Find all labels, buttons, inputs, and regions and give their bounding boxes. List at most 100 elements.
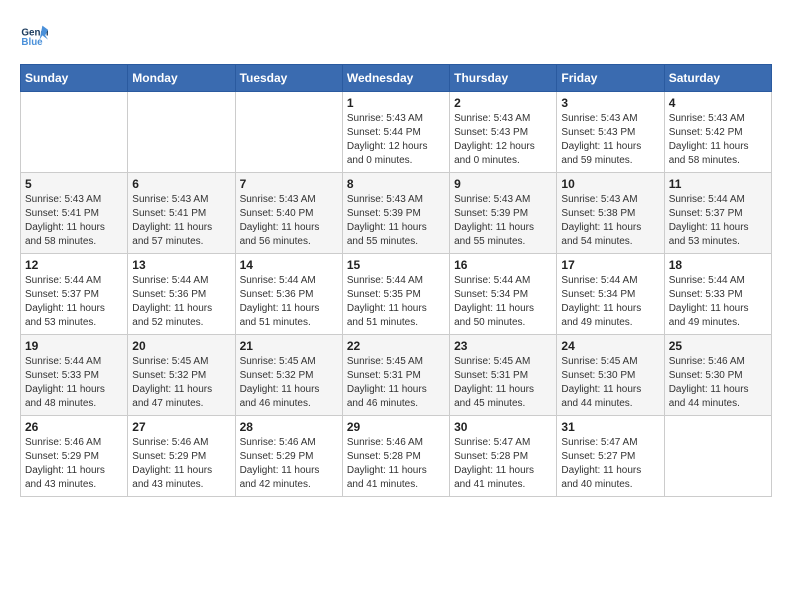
weekday-header-wednesday: Wednesday bbox=[342, 65, 449, 92]
day-info: Sunrise: 5:44 AM Sunset: 5:33 PM Dayligh… bbox=[669, 274, 767, 330]
calendar-cell: 6 Sunrise: 5:43 AM Sunset: 5:41 PM Daylig… bbox=[128, 173, 235, 254]
weekday-header-friday: Friday bbox=[557, 65, 664, 92]
calendar-week-1: 1Sunrise: 5:43 AM Sunset: 5:44 PM Daylig… bbox=[21, 92, 772, 173]
calendar-cell: 8 Sunrise: 5:43 AM Sunset: 5:39 PM Daylig… bbox=[342, 173, 449, 254]
calendar-cell: 10 Sunrise: 5:43 AM Sunset: 5:38 PM Dayli… bbox=[557, 173, 664, 254]
day-info: Sunrise: 5:45 AM Sunset: 5:32 PM Dayligh… bbox=[132, 355, 230, 411]
day-number: 17 bbox=[561, 258, 659, 272]
calendar-cell: 17 Sunrise: 5:44 AM Sunset: 5:34 PM Dayli… bbox=[557, 254, 664, 335]
calendar-week-5: 26 Sunrise: 5:46 AM Sunset: 5:29 PM Dayli… bbox=[21, 416, 772, 497]
day-info: Sunrise: 5:44 AM Sunset: 5:37 PM Dayligh… bbox=[25, 274, 123, 330]
day-number: 7 bbox=[240, 177, 338, 191]
day-info: Sunrise: 5:44 AM Sunset: 5:35 PM Dayligh… bbox=[347, 274, 445, 330]
calendar-cell: 9 Sunrise: 5:43 AM Sunset: 5:39 PM Daylig… bbox=[450, 173, 557, 254]
calendar-cell: 26Sunrise: 5:46 AM Sunset: 5:29 PM Dayli… bbox=[21, 416, 128, 497]
day-info: Sunrise: 5:44 AM Sunset: 5:36 PM Dayligh… bbox=[240, 274, 338, 330]
calendar-cell: 12 Sunrise: 5:44 AM Sunset: 5:37 PM Dayli… bbox=[21, 254, 128, 335]
day-info: Sunrise: 5:43 AM Sunset: 5:43 PM Dayligh… bbox=[561, 112, 659, 168]
day-number: 20 bbox=[132, 339, 230, 353]
day-number: 13 bbox=[132, 258, 230, 272]
day-info: Sunrise: 5:44 AM Sunset: 5:33 PM Dayligh… bbox=[25, 355, 123, 411]
day-number: 6 bbox=[132, 177, 230, 191]
day-info: Sunrise: 5:44 AM Sunset: 5:36 PM Dayligh… bbox=[132, 274, 230, 330]
day-number: 19 bbox=[25, 339, 123, 353]
calendar-cell: 5Sunrise: 5:43 AM Sunset: 5:41 PM Daylig… bbox=[21, 173, 128, 254]
calendar-cell: 7 Sunrise: 5:43 AM Sunset: 5:40 PM Daylig… bbox=[235, 173, 342, 254]
weekday-header-sunday: Sunday bbox=[21, 65, 128, 92]
logo: General Blue bbox=[20, 20, 52, 48]
weekday-header-monday: Monday bbox=[128, 65, 235, 92]
day-number: 3 bbox=[561, 96, 659, 110]
calendar-cell: 2Sunrise: 5:43 AM Sunset: 5:43 PM Daylig… bbox=[450, 92, 557, 173]
weekday-header-saturday: Saturday bbox=[664, 65, 771, 92]
day-info: Sunrise: 5:43 AM Sunset: 5:41 PM Dayligh… bbox=[132, 193, 230, 249]
day-info: Sunrise: 5:43 AM Sunset: 5:41 PM Dayligh… bbox=[25, 193, 123, 249]
calendar-cell bbox=[128, 92, 235, 173]
calendar-cell bbox=[664, 416, 771, 497]
day-info: Sunrise: 5:43 AM Sunset: 5:39 PM Dayligh… bbox=[347, 193, 445, 249]
day-number: 9 bbox=[454, 177, 552, 191]
calendar-cell: 20 Sunrise: 5:45 AM Sunset: 5:32 PM Dayli… bbox=[128, 335, 235, 416]
day-info: Sunrise: 5:46 AM Sunset: 5:29 PM Dayligh… bbox=[132, 436, 230, 492]
day-number: 4 bbox=[669, 96, 767, 110]
calendar-cell: 19 Sunrise: 5:44 AM Sunset: 5:33 PM Dayli… bbox=[21, 335, 128, 416]
day-number: 14 bbox=[240, 258, 338, 272]
day-number: 22 bbox=[347, 339, 445, 353]
calendar-header-row: SundayMondayTuesdayWednesdayThursdayFrid… bbox=[21, 65, 772, 92]
calendar-cell: 13 Sunrise: 5:44 AM Sunset: 5:36 PM Dayli… bbox=[128, 254, 235, 335]
day-number: 18 bbox=[669, 258, 767, 272]
day-info: Sunrise: 5:43 AM Sunset: 5:43 PM Dayligh… bbox=[454, 112, 552, 168]
day-number: 25 bbox=[669, 339, 767, 353]
calendar-cell bbox=[235, 92, 342, 173]
calendar-week-3: 12 Sunrise: 5:44 AM Sunset: 5:37 PM Dayli… bbox=[21, 254, 772, 335]
calendar-cell bbox=[21, 92, 128, 173]
day-info: Sunrise: 5:43 AM Sunset: 5:39 PM Dayligh… bbox=[454, 193, 552, 249]
day-info: Sunrise: 5:43 AM Sunset: 5:44 PM Dayligh… bbox=[347, 112, 445, 168]
day-number: 21 bbox=[240, 339, 338, 353]
day-number: 30 bbox=[454, 420, 552, 434]
day-number: 12 bbox=[25, 258, 123, 272]
calendar-cell: 14 Sunrise: 5:44 AM Sunset: 5:36 PM Dayli… bbox=[235, 254, 342, 335]
page-header: General Blue bbox=[20, 20, 772, 48]
day-info: Sunrise: 5:47 AM Sunset: 5:27 PM Dayligh… bbox=[561, 436, 659, 492]
day-number: 23 bbox=[454, 339, 552, 353]
day-info: Sunrise: 5:43 AM Sunset: 5:42 PM Dayligh… bbox=[669, 112, 767, 168]
calendar-table: SundayMondayTuesdayWednesdayThursdayFrid… bbox=[20, 64, 772, 497]
day-number: 15 bbox=[347, 258, 445, 272]
calendar-cell: 29 Sunrise: 5:46 AM Sunset: 5:28 PM Dayli… bbox=[342, 416, 449, 497]
day-info: Sunrise: 5:45 AM Sunset: 5:30 PM Dayligh… bbox=[561, 355, 659, 411]
calendar-cell: 21 Sunrise: 5:45 AM Sunset: 5:32 PM Dayli… bbox=[235, 335, 342, 416]
weekday-header-tuesday: Tuesday bbox=[235, 65, 342, 92]
calendar-cell: 31Sunrise: 5:47 AM Sunset: 5:27 PM Dayli… bbox=[557, 416, 664, 497]
calendar-cell: 22 Sunrise: 5:45 AM Sunset: 5:31 PM Dayli… bbox=[342, 335, 449, 416]
day-number: 29 bbox=[347, 420, 445, 434]
day-info: Sunrise: 5:46 AM Sunset: 5:29 PM Dayligh… bbox=[240, 436, 338, 492]
logo-icon: General Blue bbox=[20, 20, 48, 48]
day-info: Sunrise: 5:45 AM Sunset: 5:31 PM Dayligh… bbox=[347, 355, 445, 411]
day-info: Sunrise: 5:45 AM Sunset: 5:31 PM Dayligh… bbox=[454, 355, 552, 411]
weekday-header-thursday: Thursday bbox=[450, 65, 557, 92]
day-info: Sunrise: 5:47 AM Sunset: 5:28 PM Dayligh… bbox=[454, 436, 552, 492]
day-info: Sunrise: 5:44 AM Sunset: 5:34 PM Dayligh… bbox=[561, 274, 659, 330]
day-info: Sunrise: 5:44 AM Sunset: 5:34 PM Dayligh… bbox=[454, 274, 552, 330]
day-number: 8 bbox=[347, 177, 445, 191]
calendar-cell: 18 Sunrise: 5:44 AM Sunset: 5:33 PM Dayli… bbox=[664, 254, 771, 335]
day-number: 26 bbox=[25, 420, 123, 434]
day-info: Sunrise: 5:45 AM Sunset: 5:32 PM Dayligh… bbox=[240, 355, 338, 411]
calendar-week-2: 5Sunrise: 5:43 AM Sunset: 5:41 PM Daylig… bbox=[21, 173, 772, 254]
day-number: 11 bbox=[669, 177, 767, 191]
day-number: 10 bbox=[561, 177, 659, 191]
day-number: 27 bbox=[132, 420, 230, 434]
calendar-cell: 28 Sunrise: 5:46 AM Sunset: 5:29 PM Dayli… bbox=[235, 416, 342, 497]
calendar-cell: 30 Sunrise: 5:47 AM Sunset: 5:28 PM Dayli… bbox=[450, 416, 557, 497]
day-number: 28 bbox=[240, 420, 338, 434]
calendar-cell: 4 Sunrise: 5:43 AM Sunset: 5:42 PM Daylig… bbox=[664, 92, 771, 173]
calendar-cell: 11 Sunrise: 5:44 AM Sunset: 5:37 PM Dayli… bbox=[664, 173, 771, 254]
day-info: Sunrise: 5:46 AM Sunset: 5:28 PM Dayligh… bbox=[347, 436, 445, 492]
day-number: 24 bbox=[561, 339, 659, 353]
day-info: Sunrise: 5:43 AM Sunset: 5:40 PM Dayligh… bbox=[240, 193, 338, 249]
day-info: Sunrise: 5:43 AM Sunset: 5:38 PM Dayligh… bbox=[561, 193, 659, 249]
calendar-cell: 16Sunrise: 5:44 AM Sunset: 5:34 PM Dayli… bbox=[450, 254, 557, 335]
calendar-cell: 23 Sunrise: 5:45 AM Sunset: 5:31 PM Dayli… bbox=[450, 335, 557, 416]
day-info: Sunrise: 5:44 AM Sunset: 5:37 PM Dayligh… bbox=[669, 193, 767, 249]
